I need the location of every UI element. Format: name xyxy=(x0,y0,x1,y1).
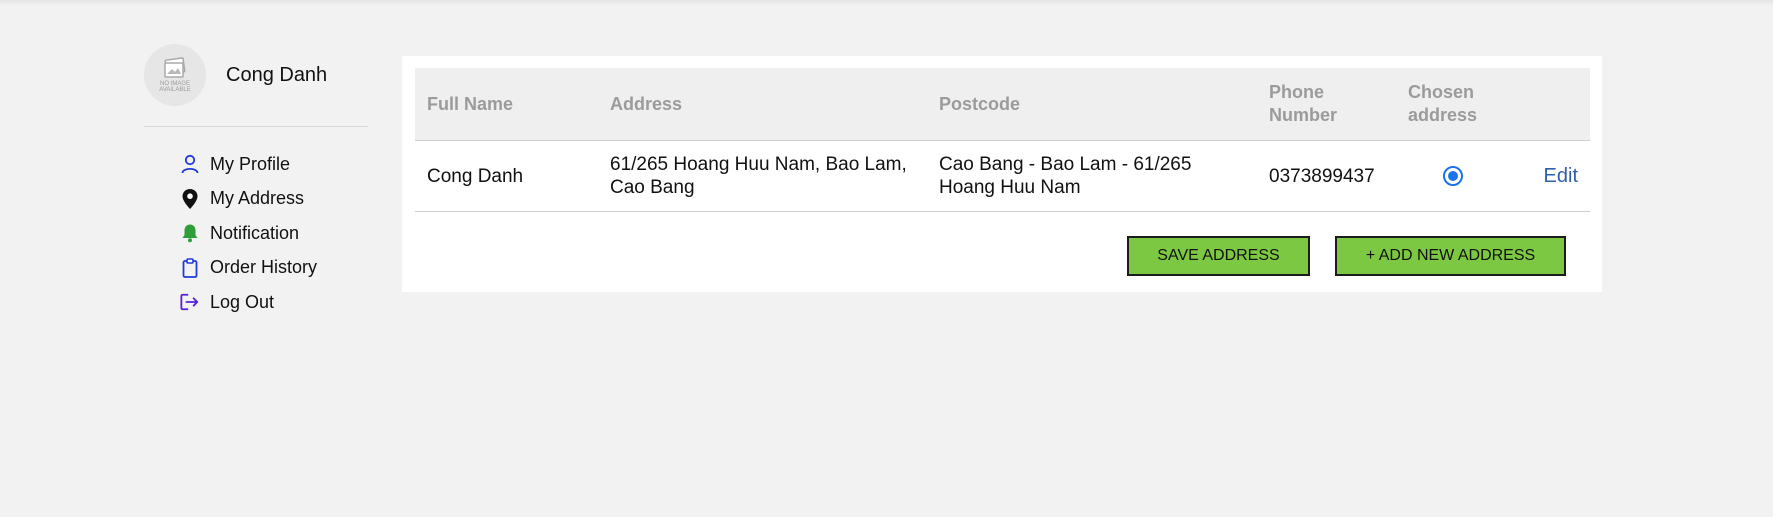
sidebar-menu: My Profile My Address Notification Order… xyxy=(144,147,368,320)
sidebar: NO IMAGE AVAILABLE Cong Danh My Profile xyxy=(144,44,368,320)
cell-chosen xyxy=(1396,140,1510,212)
username: Cong Danh xyxy=(226,63,328,86)
top-shadow xyxy=(0,0,1773,6)
sidebar-item-label: My Address xyxy=(210,188,305,209)
cell-phone: 0373899437 xyxy=(1257,140,1396,212)
cell-postcode: Cao Bang - Bao Lam - 61/265 Hoang Huu Na… xyxy=(927,140,1257,212)
avatar-placeholder-line2: AVAILABLE xyxy=(159,87,191,93)
save-address-button[interactable]: SAVE ADDRESS xyxy=(1127,236,1310,276)
sidebar-item-my-profile[interactable]: My Profile xyxy=(180,147,368,182)
address-table: Full Name Address Postcode Phone Number … xyxy=(415,68,1590,212)
sidebar-item-notification[interactable]: Notification xyxy=(180,216,368,251)
header-action xyxy=(1510,68,1590,141)
location-pin-icon xyxy=(180,188,200,209)
sidebar-item-label: Order History xyxy=(210,257,318,278)
address-panel: Full Name Address Postcode Phone Number … xyxy=(402,56,1602,292)
header-full-name: Full Name xyxy=(415,68,598,141)
avatar: NO IMAGE AVAILABLE xyxy=(144,44,206,106)
add-new-address-button[interactable]: + ADD NEW ADDRESS xyxy=(1335,236,1566,276)
header-address: Address xyxy=(598,68,927,141)
header-chosen-address: Chosen address xyxy=(1396,68,1510,141)
avatar-placeholder-text: NO IMAGE AVAILABLE xyxy=(155,81,195,93)
user-icon xyxy=(180,154,200,174)
sidebar-item-log-out[interactable]: Log Out xyxy=(180,285,368,320)
sidebar-item-label: Notification xyxy=(210,222,300,243)
sidebar-item-my-address[interactable]: My Address xyxy=(180,182,368,217)
cell-address: 61/265 Hoang Huu Nam, Bao Lam, Cao Bang xyxy=(598,140,927,212)
chosen-address-radio[interactable] xyxy=(1443,166,1463,187)
profile-header: NO IMAGE AVAILABLE Cong Danh xyxy=(144,44,368,127)
cell-action: Edit xyxy=(1510,140,1590,212)
table-row: Cong Danh 61/265 Hoang Huu Nam, Bao Lam,… xyxy=(415,140,1590,212)
edit-address-link[interactable]: Edit xyxy=(1544,165,1578,187)
sidebar-item-label: My Profile xyxy=(210,153,291,174)
cell-full-name: Cong Danh xyxy=(415,140,598,212)
clipboard-icon xyxy=(180,257,200,278)
image-placeholder-icon xyxy=(164,57,186,78)
header-postcode: Postcode xyxy=(927,68,1257,141)
header-phone-number: Phone Number xyxy=(1257,68,1396,141)
bell-icon xyxy=(180,223,200,243)
sidebar-item-label: Log Out xyxy=(210,291,275,312)
logout-icon xyxy=(180,292,200,312)
table-header-row: Full Name Address Postcode Phone Number … xyxy=(415,68,1590,141)
sidebar-item-order-history[interactable]: Order History xyxy=(180,251,368,286)
